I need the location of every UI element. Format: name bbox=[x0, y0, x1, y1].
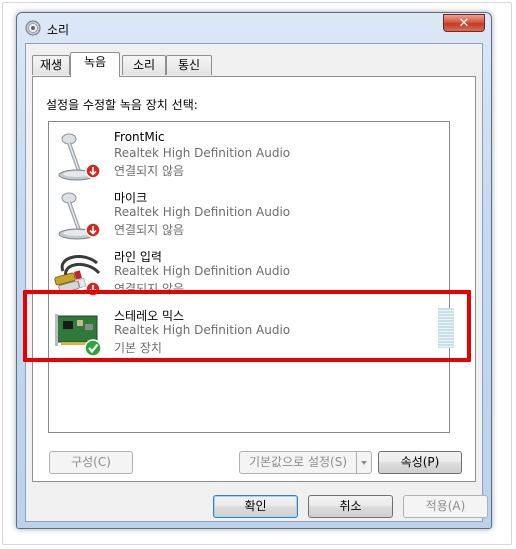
device-driver: Realtek High Definition Audio bbox=[114, 146, 291, 160]
recording-device-list[interactable]: FrontMic Realtek High Definition Audio 연… bbox=[48, 121, 454, 433]
stereo-mix-highlight bbox=[23, 290, 471, 362]
title-bar[interactable]: 소리 ✕ bbox=[17, 13, 491, 43]
properties-button[interactable]: 속성(P) bbox=[378, 451, 462, 474]
microphone-icon bbox=[58, 133, 101, 181]
recording-tab-panel: 설정을 수정할 녹음 장치 선택: FrontMic Realtek High … bbox=[32, 76, 476, 482]
chevron-down-icon bbox=[361, 461, 367, 465]
set-default-button[interactable]: 기본값으로 설정(S) bbox=[239, 451, 357, 474]
tab-recording[interactable]: 녹음 bbox=[70, 52, 120, 77]
apply-button[interactable]: 적용(A) bbox=[403, 495, 488, 518]
device-driver: Realtek High Definition Audio bbox=[114, 205, 291, 219]
tab-sounds[interactable]: 소리 bbox=[122, 55, 166, 75]
device-name: 라인 입력 bbox=[114, 250, 162, 264]
speaker-icon bbox=[25, 20, 41, 36]
tab-playback[interactable]: 재생 bbox=[32, 55, 70, 75]
device-status: 연결되지 않음 bbox=[114, 164, 185, 178]
set-default-dropdown[interactable] bbox=[356, 451, 372, 474]
microphone-icon bbox=[58, 192, 101, 240]
device-status: 연결되지 않음 bbox=[114, 223, 185, 237]
list-item-microphone[interactable]: 마이크 Realtek High Definition Audio 연결되지 않… bbox=[49, 185, 449, 243]
sound-dialog: 소리 ✕ 재생 녹음 소리 통신 설정을 수정할 녹음 장치 선택: Front… bbox=[16, 12, 492, 529]
window-title: 소리 bbox=[47, 23, 70, 37]
device-name: FrontMic bbox=[114, 130, 165, 144]
tab-communications[interactable]: 통신 bbox=[166, 55, 212, 75]
instruction-label: 설정을 수정할 녹음 장치 선택: bbox=[46, 98, 198, 112]
ok-button[interactable]: 확인 bbox=[213, 495, 298, 518]
list-item-frontmic[interactable]: FrontMic Realtek High Definition Audio 연… bbox=[49, 126, 449, 184]
close-button[interactable]: ✕ bbox=[443, 14, 485, 32]
cancel-button[interactable]: 취소 bbox=[308, 495, 393, 518]
disconnected-badge-icon bbox=[85, 163, 101, 179]
configure-button[interactable]: 구성(C) bbox=[49, 451, 133, 474]
dialog-client-area: 재생 녹음 소리 통신 설정을 수정할 녹음 장치 선택: FrontMic R… bbox=[25, 43, 488, 522]
device-name: 마이크 bbox=[114, 191, 148, 205]
disconnected-badge-icon bbox=[85, 222, 101, 238]
device-driver: Realtek High Definition Audio bbox=[114, 264, 291, 278]
